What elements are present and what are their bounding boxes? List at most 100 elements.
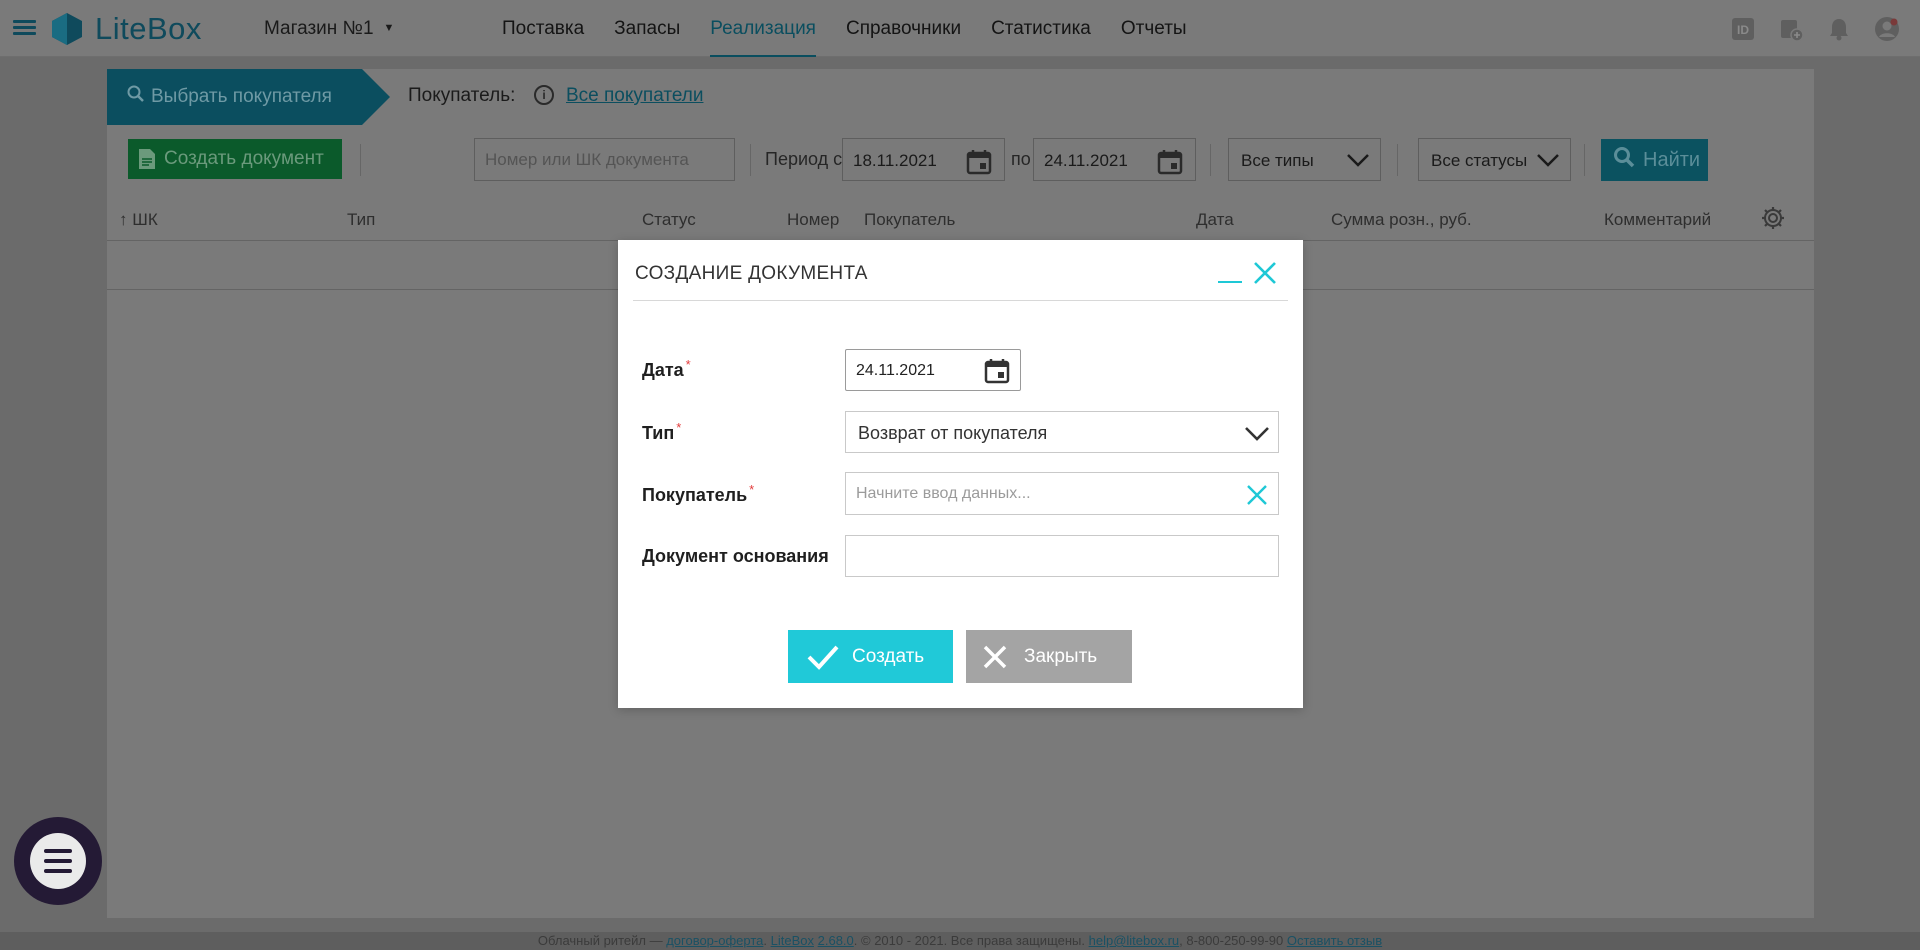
base-document-label: Документ основания <box>642 546 829 566</box>
nav-item-stock[interactable]: Запасы <box>599 0 695 57</box>
buyer-placeholder: Начните ввод данных... <box>856 485 1031 502</box>
create-document-button[interactable]: Создать документ <box>128 139 342 179</box>
date-from-value: 18.11.2021 <box>853 151 937 170</box>
calendar-icon[interactable] <box>1157 149 1183 180</box>
calendar-icon[interactable] <box>966 149 992 180</box>
buyer-label: Покупатель * <box>642 482 754 506</box>
statuses-select[interactable]: Все статусы <box>1418 138 1571 181</box>
store-name: Магазин №1 <box>264 18 374 39</box>
divider <box>1210 144 1211 176</box>
chevron-down-icon <box>1244 423 1270 448</box>
column-header-retail-sum[interactable]: Сумма розн., руб. <box>1331 210 1472 230</box>
chevron-down-icon <box>1346 151 1370 174</box>
menu-icon[interactable] <box>13 20 36 36</box>
clear-icon[interactable] <box>1244 482 1270 513</box>
footer-text: Облачный ритейл — <box>537 933 667 948</box>
column-header-date[interactable]: Дата <box>1196 210 1234 230</box>
search-icon <box>127 85 145 109</box>
column-header-label: ШК <box>132 210 158 229</box>
type-select[interactable]: Возврат от покупателя <box>845 411 1279 453</box>
buyer-filter-label: Покупатель: <box>408 85 516 106</box>
gear-icon[interactable] <box>1760 205 1786 236</box>
version-link[interactable]: 2.68.0 <box>818 933 854 948</box>
column-header-barcode[interactable]: ↑ ШК <box>119 210 158 230</box>
divider <box>750 144 751 176</box>
select-buyer-label: Выбрать покупателя <box>151 86 332 107</box>
nav-item-directories[interactable]: Справочники <box>831 0 976 57</box>
create-button-label: Создать <box>852 645 925 667</box>
logo-text: LiteBox <box>95 11 202 46</box>
chat-widget-button[interactable] <box>14 817 102 905</box>
main-nav: Поставка Запасы Реализация Справочники С… <box>487 0 1202 57</box>
date-to-value: 24.11.2021 <box>1044 151 1128 170</box>
litebox-link[interactable]: LiteBox <box>771 933 814 948</box>
feedback-link[interactable]: Оставить отзыв <box>1287 933 1382 948</box>
footer-text: . © 2010 - 2021. Все права защищены. <box>853 933 1089 948</box>
offer-link[interactable]: договор-оферта <box>666 933 763 948</box>
base-document-input[interactable] <box>845 535 1279 577</box>
close-icon[interactable] <box>1252 260 1278 286</box>
date-from-input[interactable]: 18.11.2021 <box>842 138 1005 181</box>
type-label: Тип * <box>642 420 681 444</box>
info-icon[interactable]: i <box>534 85 554 105</box>
date-label: Дата * <box>642 357 691 381</box>
all-buyers-link[interactable]: Все покупатели <box>566 85 703 107</box>
date-value: 24.11.2021 <box>856 362 935 379</box>
calendar-icon[interactable] <box>984 358 1010 389</box>
divider <box>1584 144 1585 176</box>
nav-item-supply[interactable]: Поставка <box>487 0 599 57</box>
types-value: Все типы <box>1241 151 1314 170</box>
types-select[interactable]: Все типы <box>1228 138 1381 181</box>
chevron-down-icon <box>1536 151 1560 174</box>
top-icons: ID <box>1728 0 1920 57</box>
required-mark: * <box>676 420 682 435</box>
logo[interactable]: LiteBox <box>49 9 202 49</box>
document-icon <box>138 148 156 170</box>
column-header-number[interactable]: Номер <box>787 210 839 230</box>
column-header-comment[interactable]: Комментарий <box>1604 210 1711 230</box>
required-mark: * <box>749 482 755 497</box>
period-to-label: по <box>1011 149 1031 169</box>
column-header-buyer[interactable]: Покупатель <box>864 210 955 230</box>
date-to-input[interactable]: 24.11.2021 <box>1033 138 1196 181</box>
column-header-status[interactable]: Статус <box>642 210 696 230</box>
divider <box>1397 144 1398 176</box>
required-mark: * <box>685 357 691 372</box>
statuses-value: Все статусы <box>1431 151 1528 170</box>
id-icon[interactable]: ID <box>1728 14 1758 44</box>
find-button[interactable]: Найти <box>1601 139 1708 181</box>
create-button[interactable]: Создать <box>788 630 953 683</box>
modal-title: СОЗДАНИЕ ДОКУМЕНТА <box>635 263 868 284</box>
register-add-icon[interactable] <box>1776 14 1806 44</box>
document-search-input[interactable]: Номер или ШК документа <box>474 138 735 181</box>
table-header: ↑ ШК Тип Статус Номер Покупатель Дата Су… <box>107 196 1814 241</box>
create-document-label: Создать документ <box>164 148 324 169</box>
date-input[interactable]: 24.11.2021 <box>845 349 1021 391</box>
email-link[interactable]: help@litebox.ru <box>1089 933 1180 948</box>
close-button[interactable]: Закрыть <box>966 630 1132 683</box>
buyer-label-text: Покупатель <box>642 485 748 505</box>
period-from-label: Период с <box>765 149 843 169</box>
litebox-logo-icon <box>49 11 85 47</box>
type-value: Возврат от покупателя <box>858 423 1048 443</box>
caret-down-icon: ▼ <box>383 22 395 34</box>
footer-text: , 8-800-250-99-90 <box>1179 933 1287 948</box>
checkmark-icon <box>807 645 839 670</box>
bell-icon[interactable] <box>1824 14 1854 44</box>
footer-text: . <box>763 933 771 948</box>
store-selector[interactable]: Магазин №1 ▼ <box>264 18 394 40</box>
nav-item-statistics[interactable]: Статистика <box>976 0 1106 57</box>
select-buyer-tab[interactable]: Выбрать покупателя <box>107 69 390 125</box>
buyer-input[interactable]: Начните ввод данных... <box>845 472 1279 515</box>
svg-text:ID: ID <box>1737 23 1749 37</box>
divider <box>633 300 1288 301</box>
nav-item-reports[interactable]: Отчеты <box>1106 0 1202 57</box>
type-label-text: Тип <box>642 423 675 443</box>
minimize-icon[interactable] <box>1218 261 1242 285</box>
column-header-type[interactable]: Тип <box>347 210 375 230</box>
search-icon <box>1613 146 1635 174</box>
user-avatar-icon[interactable] <box>1872 14 1902 44</box>
date-label-text: Дата <box>642 360 684 380</box>
nav-item-sales[interactable]: Реализация <box>695 0 831 57</box>
find-label: Найти <box>1643 148 1701 171</box>
